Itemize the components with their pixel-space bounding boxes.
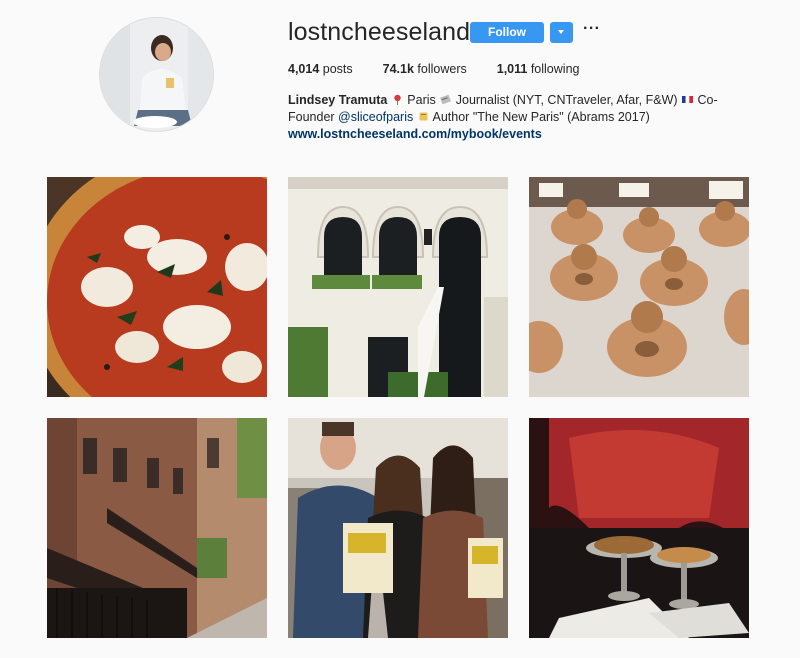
post-thumbnail-donuts[interactable]: [529, 177, 749, 397]
post-thumbnail-pizza[interactable]: [47, 177, 267, 397]
post-thumbnail-group-photo[interactable]: [288, 418, 508, 638]
townhouse-image: [288, 177, 508, 397]
followers-count[interactable]: 74.1k followers: [383, 62, 467, 76]
post-thumbnail-snacks[interactable]: [529, 418, 749, 638]
post-thumbnail-brownstones[interactable]: [47, 418, 267, 638]
full-name: Lindsey Tramuta: [288, 93, 388, 107]
french-flag-icon: [682, 95, 694, 104]
group-photo-image: [288, 418, 508, 638]
pushpin-icon: [394, 94, 401, 105]
pizza-image: [47, 177, 267, 397]
donuts-image: [529, 177, 749, 397]
brownstones-image: [47, 418, 267, 638]
profile-avatar[interactable]: [99, 17, 214, 132]
username: lostncheeseland: [288, 18, 471, 46]
post-thumbnail-townhouse[interactable]: [288, 177, 508, 397]
profile-bio: Lindsey Tramuta Paris Journalist (NYT, C…: [288, 92, 738, 143]
newspaper-icon: [440, 94, 452, 105]
mention-link[interactable]: @sliceofparis: [338, 110, 413, 124]
suggestions-dropdown-button[interactable]: [550, 22, 573, 43]
posts-count: 4,014 posts: [288, 62, 353, 76]
book-icon: [419, 112, 428, 121]
following-count[interactable]: 1,011 following: [497, 62, 580, 76]
follow-button[interactable]: Follow: [470, 22, 544, 43]
website-link[interactable]: www.lostncheeseland.com/mybook/events: [288, 126, 738, 143]
snacks-image: [529, 418, 749, 638]
profile-stats: 4,014 posts 74.1k followers 1,011 follow…: [288, 62, 609, 76]
more-options-button[interactable]: ···: [583, 21, 600, 37]
